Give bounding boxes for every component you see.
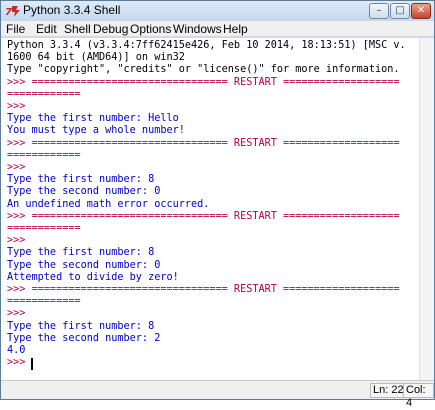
shell-line: >>> ================================ RES… [7, 137, 400, 149]
column-number-indicator: Col: 4 [403, 383, 434, 409]
shell-line: ============ [7, 88, 81, 100]
menu-item-file[interactable]: File [6, 22, 25, 36]
menu-item-edit[interactable]: Edit [36, 22, 57, 36]
shell-text-area[interactable]: Python 3.3.4 (v3.3.4:7ff62415e426, Feb 1… [1, 38, 434, 380]
shell-line: >>> [7, 357, 26, 369]
shell-line: >>> [7, 235, 26, 247]
maximize-button[interactable]: □ [390, 3, 410, 19]
shell-line: >>> ================================ RES… [7, 210, 400, 222]
shell-line: Type the second number: 2 [7, 332, 161, 344]
shell-line: Type the first number: 8 [7, 247, 155, 259]
shell-window: 7 Python 3.3.4 Shell – □ ✕ File Edit Shell… [0, 0, 435, 409]
shell-line: Type the second number: 0 [7, 259, 161, 271]
shell-line: An undefined math error occurred. [7, 198, 210, 210]
shell-line: >>> ================================ RES… [7, 284, 400, 295]
shell-line: ============ [7, 149, 81, 161]
menu-item-debug[interactable]: Debug [93, 22, 128, 36]
line-number-indicator: Ln: 22 [370, 383, 407, 398]
status-bar: Ln: 22 Col: 4 [1, 380, 434, 409]
python-tk-icon: 7 [5, 6, 20, 18]
shell-line: Python 3.3.4 (v3.3.4:7ff62415e426, Feb 1… [7, 40, 406, 51]
shell-line: 4.0 [7, 345, 26, 356]
vertical-scrollbar[interactable] [419, 38, 434, 380]
title-bar[interactable]: 7 Python 3.3.4 Shell – □ ✕ [1, 1, 434, 21]
shell-line: >>> [7, 101, 26, 112]
window-title: Python 3.3.4 Shell [23, 3, 121, 17]
close-button[interactable]: ✕ [411, 3, 431, 19]
svg-text:7: 7 [5, 7, 12, 18]
shell-line: >>> [7, 162, 26, 173]
menu-item-options[interactable]: Options [130, 22, 171, 36]
shell-line: Type the first number: 8 [7, 174, 155, 186]
menu-item-shell[interactable]: Shell [64, 22, 91, 36]
shell-line: 1600 64 bit (AMD64)] on win32 [7, 52, 185, 64]
shell-line: ============ [7, 223, 81, 234]
menu-item-help[interactable]: Help [223, 22, 248, 36]
shell-line: Type the second number: 0 [7, 186, 161, 198]
menu-bar: File Edit Shell Debug Options Windows Help [1, 21, 434, 37]
shell-line: Type the first number: Hello [7, 113, 179, 125]
shell-line: >>> ================================ RES… [7, 76, 400, 88]
shell-line: >>> [7, 308, 26, 320]
shell-line: Type the first number: 8 [7, 320, 155, 332]
shell-line: Type "copyright", "credits" or "license(… [7, 64, 400, 76]
shell-line: You must type a whole number! [7, 125, 185, 137]
menu-item-windows[interactable]: Windows [173, 22, 222, 36]
shell-line: Attempted to divide by zero! [7, 271, 179, 283]
minimize-button[interactable]: – [369, 3, 389, 19]
shell-line: ============ [7, 296, 81, 308]
